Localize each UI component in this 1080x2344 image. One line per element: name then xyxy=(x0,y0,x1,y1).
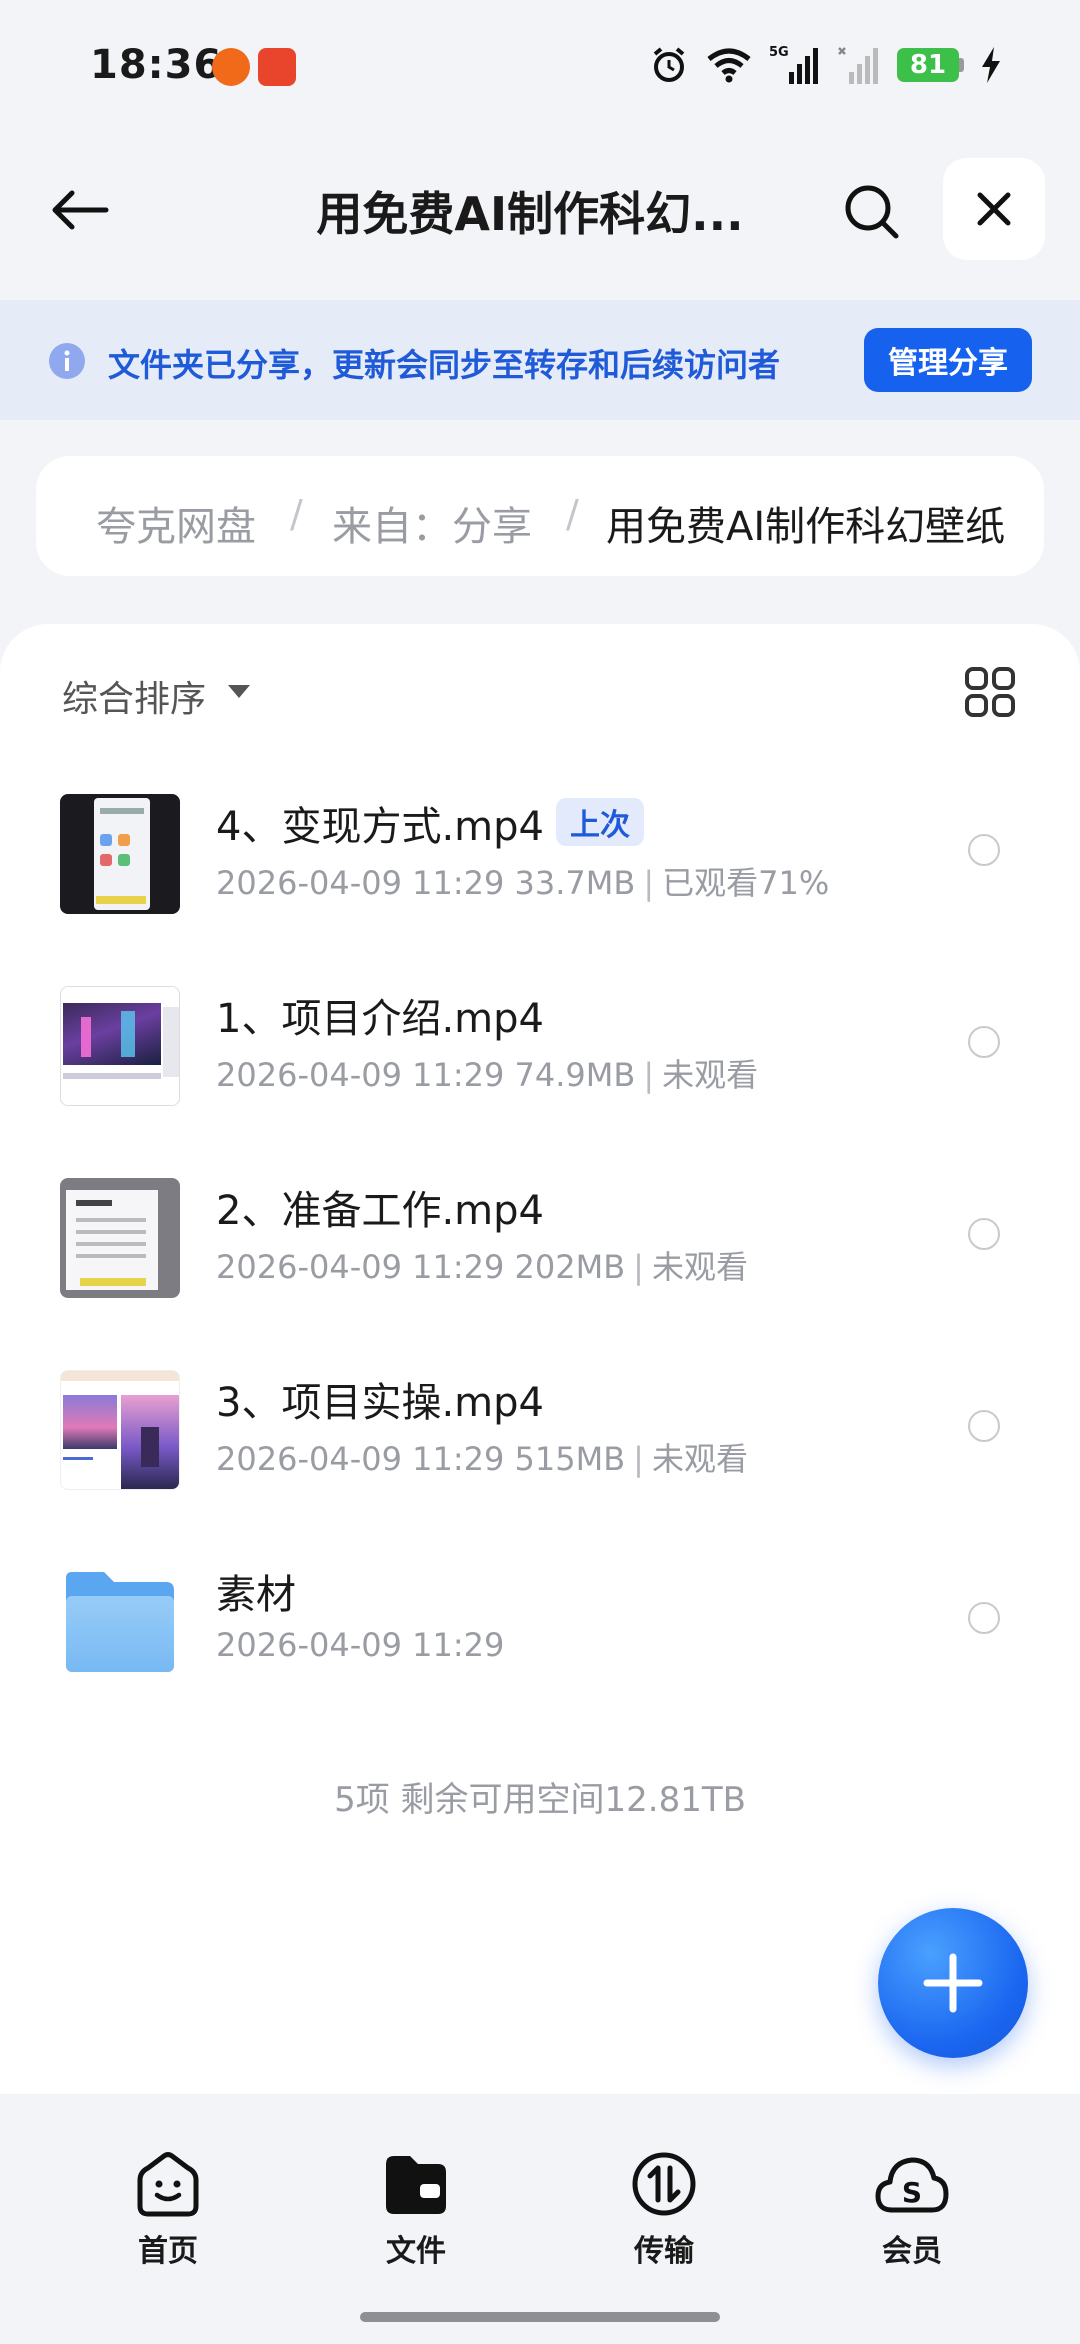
file-date: 2026-04-09 11:29 xyxy=(216,864,505,902)
member-cloud-icon: S xyxy=(875,2157,949,2213)
sort-dropdown[interactable]: 综合排序 xyxy=(62,670,206,722)
file-date: 2026-04-09 11:29 xyxy=(216,1056,505,1094)
file-row[interactable]: 2、准备工作.mp4 2026-04-09 11:29 202MB | 未观看 xyxy=(0,1178,1080,1370)
select-radio[interactable] xyxy=(968,834,1000,866)
file-meta: 2026-04-09 11:29 515MB | 未观看 xyxy=(216,1440,748,1478)
storage-summary: 5项 剩余可用空间12.81TB xyxy=(334,1780,746,1820)
file-date: 2026-04-09 11:29 xyxy=(216,1248,505,1286)
file-name: 2、准备工作.mp4 xyxy=(216,1188,544,1234)
close-icon xyxy=(977,192,1011,226)
status-time: 18:36 xyxy=(90,42,223,88)
select-radio[interactable] xyxy=(968,1218,1000,1250)
video-thumbnail xyxy=(60,1178,180,1298)
info-icon xyxy=(49,343,85,379)
file-row[interactable]: 3、项目实操.mp4 2026-04-09 11:29 515MB | 未观看 xyxy=(0,1370,1080,1562)
nav-member[interactable]: S 会员 xyxy=(832,2150,992,2270)
shopping-app-icon xyxy=(212,48,250,86)
nav-files-label: 文件 xyxy=(386,2234,446,2269)
file-row[interactable]: 1、项目介绍.mp4 2026-04-09 11:29 74.9MB | 未观看 xyxy=(0,986,1080,1178)
grid-view-icon[interactable] xyxy=(964,666,1016,718)
breadcrumb-separator: / xyxy=(290,492,303,536)
wifi-icon xyxy=(707,48,751,83)
watch-status: 已观看71% xyxy=(662,864,830,902)
breadcrumb-separator: / xyxy=(566,492,579,536)
share-banner-text: 文件夹已分享，更新会同步至转存和后续访问者 xyxy=(108,346,781,384)
signal-5g-icon: 5G xyxy=(769,45,818,84)
nav-transfer-label: 传输 xyxy=(634,2234,694,2269)
home-face-icon xyxy=(137,2152,199,2217)
file-size: 202MB xyxy=(514,1248,626,1286)
page-title: 用免费AI制作科幻... xyxy=(316,187,744,241)
video-thumbnail xyxy=(60,986,180,1106)
transfer-icon xyxy=(632,2152,696,2216)
nav-member-label: 会员 xyxy=(882,2234,942,2269)
file-size: 33.7MB xyxy=(514,864,636,902)
folder-row[interactable]: 素材 2026-04-09 11:29 xyxy=(0,1562,1080,1754)
nav-transfer[interactable]: 传输 xyxy=(584,2150,744,2270)
svg-text:S: S xyxy=(902,2176,922,2209)
select-radio[interactable] xyxy=(968,1410,1000,1442)
battery-level: 81 xyxy=(897,48,959,82)
breadcrumb-item-current: 用免费AI制作科幻壁纸 xyxy=(606,504,1006,550)
alarm-icon xyxy=(653,47,685,82)
video-thumbnail xyxy=(60,794,180,914)
breadcrumb-item-shared[interactable]: 来自：分享 xyxy=(332,494,532,552)
close-button[interactable] xyxy=(943,158,1045,260)
plus-icon xyxy=(923,1953,983,2013)
video-thumbnail xyxy=(60,1370,180,1490)
file-name: 4、变现方式.mp4 xyxy=(216,804,544,850)
folder-date: 2026-04-09 11:29 xyxy=(216,1626,505,1664)
signal-icon xyxy=(838,47,878,84)
file-date: 2026-04-09 11:29 xyxy=(216,1440,505,1478)
file-size: 74.9MB xyxy=(514,1056,636,1094)
select-radio[interactable] xyxy=(968,1602,1000,1634)
status-icons: 5G 81 xyxy=(649,44,1002,86)
breadcrumb: 夸克网盘 / 来自：分享 / 用免费AI制作科幻壁纸 xyxy=(36,456,1044,576)
back-arrow-icon[interactable] xyxy=(50,188,110,232)
file-meta: 2026-04-09 11:29 33.7MB | 已观看71% xyxy=(216,864,830,902)
caret-down-icon[interactable] xyxy=(228,685,250,698)
search-icon[interactable] xyxy=(840,180,904,244)
folder-meta: 2026-04-09 11:29 xyxy=(216,1626,504,1664)
charging-icon xyxy=(982,47,1000,83)
file-size: 515MB xyxy=(514,1440,626,1478)
nav-home-label: 首页 xyxy=(138,2234,198,2269)
battery-indicator: 81 xyxy=(897,48,964,82)
watch-status: 未观看 xyxy=(662,1056,759,1094)
svg-text:5G: 5G xyxy=(769,45,789,60)
file-name: 1、项目介绍.mp4 xyxy=(216,996,544,1042)
add-button[interactable] xyxy=(878,1908,1028,2058)
folder-icon xyxy=(66,1572,174,1672)
nav-files[interactable]: 文件 xyxy=(336,2150,496,2270)
breadcrumb-item-root[interactable]: 夸克网盘 xyxy=(96,494,256,552)
folder-name: 素材 xyxy=(216,1572,296,1618)
watch-status: 未观看 xyxy=(651,1440,748,1478)
deal-app-icon xyxy=(258,48,296,86)
nav-home[interactable]: 首页 xyxy=(88,2150,248,2270)
file-row[interactable]: 4、变现方式.mp4 上次 2026-04-09 11:29 33.7MB | 已观… xyxy=(0,794,1080,986)
file-meta: 2026-04-09 11:29 74.9MB | 未观看 xyxy=(216,1056,759,1094)
manage-share-button[interactable]: 管理分享 xyxy=(864,328,1032,392)
home-indicator[interactable] xyxy=(360,2312,720,2322)
watch-status: 未观看 xyxy=(651,1248,748,1286)
select-radio[interactable] xyxy=(968,1026,1000,1058)
last-watched-badge: 上次 xyxy=(556,798,644,846)
file-name: 3、项目实操.mp4 xyxy=(216,1380,544,1426)
bottom-nav: 首页 文件 传输 S 会员 xyxy=(0,2094,1080,2344)
folder-wallet-icon xyxy=(386,2156,446,2214)
file-meta: 2026-04-09 11:29 202MB | 未观看 xyxy=(216,1248,748,1286)
